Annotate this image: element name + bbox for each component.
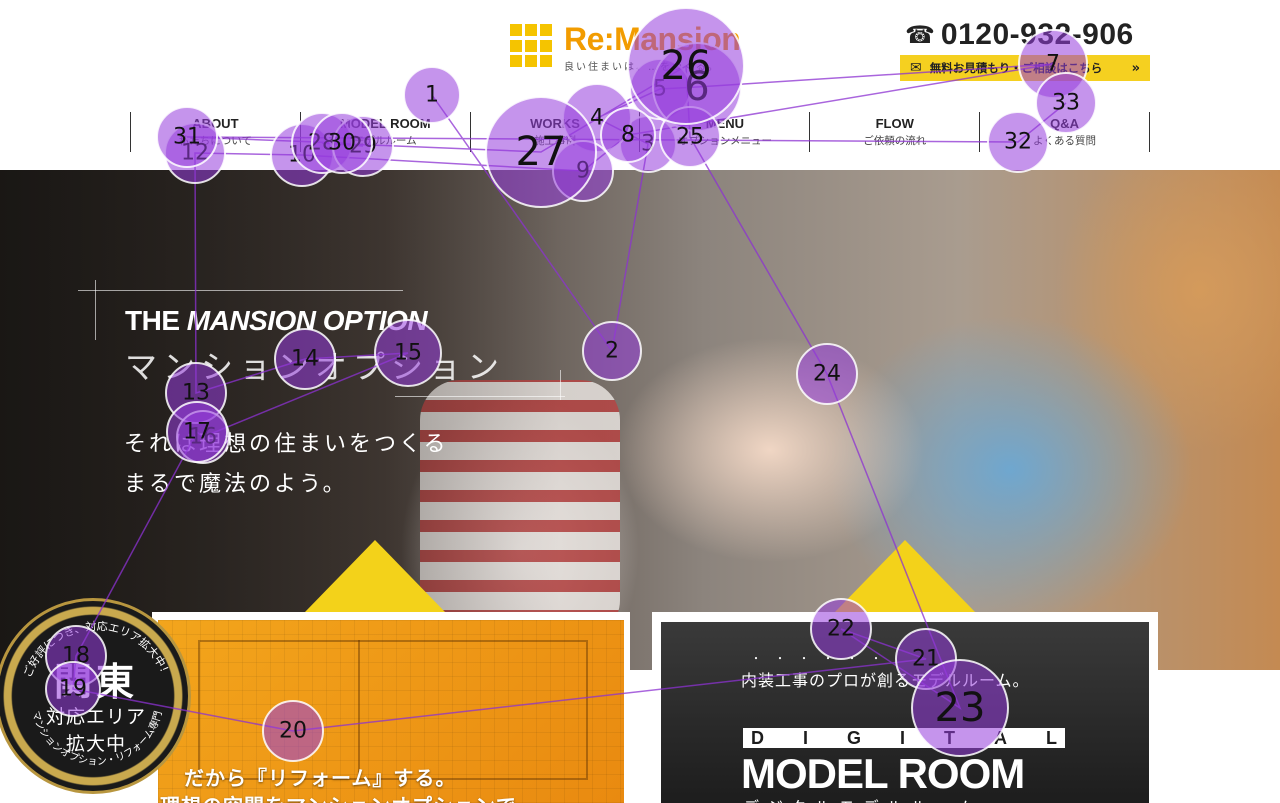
hero-title: THE MANSION OPTION [125,305,428,336]
digital-letter: T [943,727,955,748]
digital-letter: I [802,727,808,748]
nav-item-label: WORKS [530,116,580,131]
nav-item-model-room[interactable]: MODEL ROOM モデルルーム [299,112,470,152]
triangle-decoration [835,540,975,612]
floor-plan-graphic [198,640,588,780]
site-logo[interactable]: Re:Mansion 良い住まいは、…をつくる。 [510,21,741,73]
global-nav: ABOUT 私たちについて MODEL ROOM モデルルーム WORKS 施工… [130,112,1150,152]
digital-letter: L [1045,727,1057,748]
badge-main-text: 関東 対応エリア 拡大中 [36,661,156,757]
logo-text: Re:Mansion [564,21,741,57]
mail-icon: ✉ [910,60,922,76]
hero-frame-line [560,370,561,400]
badge-line: 拡大中 [65,733,126,755]
triangle-decoration [305,540,445,612]
nav-item-about[interactable]: ABOUT 私たちについて [130,112,300,152]
contact-button[interactable]: ✉ 無料お見積もり・ご相談はこちら » [900,55,1150,81]
nav-item-sublabel: 私たちについて [178,135,252,147]
nav-item-menu[interactable]: MENU オプションメニュー [639,112,809,152]
hero-frame-line [78,290,403,291]
hero-copy: それは理想の住まいをつくる まるで魔法のよう。 [124,425,449,505]
phone-number: 0120-932-906 [940,18,1134,51]
hero-subtitle: マンションオプション [125,348,506,386]
hero-frame-line [95,280,96,340]
contact-button-label: 無料お見積もり・ご相談はこちら [929,61,1103,75]
digital-letter: D [751,727,764,748]
site-header: Re:Mansion 良い住まいは、…をつくる。 ☎ 0120-932-906 … [0,0,1280,170]
nav-item-qa[interactable]: Q&A よくある質問 [979,112,1150,152]
nav-item-sublabel: モデルルーム [353,135,417,147]
model-room-dots: ・・・・・・ [751,654,895,665]
hero-copy-line: それは理想の住まいをつくる [124,432,449,457]
badge-region: 関東 [53,660,138,704]
model-room-kana: デジタルモデルルーム [743,794,982,803]
nav-item-sublabel: よくある質問 [1033,135,1097,147]
phone-number-block[interactable]: ☎ 0120-932-906 [905,18,1134,52]
nav-item-flow[interactable]: FLOW ご依頼の流れ [809,112,979,152]
hero-frame-line [395,396,565,397]
model-room-card-image: ・・・・・・ 内装工事のプロが創るモデルルーム。 D I G I T A L M… [661,622,1149,803]
hero-copy-line: まるで魔法のよう。 [124,472,348,497]
reform-card-headline: だから『リフォーム』する。 [184,766,457,790]
logo-grid-icon [510,24,554,68]
double-chevron-right-icon: » [1131,60,1140,76]
phone-icon: ☎ [905,21,935,49]
logo-tagline: 良い住まいは、…をつくる。 [564,62,720,73]
digital-letter: I [899,727,905,748]
area-expansion-badge: ご好評につき、対応エリア拡大中！ マンションオプション・リフォーム専門 関東 対… [0,598,191,794]
nav-item-sublabel: オプションメニュー [677,135,772,147]
model-room-card[interactable]: ・・・・・・ 内装工事のプロが創るモデルルーム。 D I G I T A L M… [652,612,1158,803]
nav-item-label: ABOUT [192,116,239,131]
digital-letter: A [993,727,1007,748]
floor-plan-graphic [358,640,360,780]
reform-card-subline: 理想の空間をマンションオプションで [160,790,517,803]
hero-shade [0,170,560,670]
hero-section: THE MANSION OPTION マンションオプション それは理想の住まいを… [0,170,1280,670]
digital-label: D I G I T A L [743,728,1065,748]
nav-item-label: MENU [705,116,745,131]
nav-item-label: FLOW [875,116,914,131]
nav-item-works[interactable]: WORKS 施工事例 [469,112,640,152]
model-room-title: MODEL ROOM [741,750,1025,797]
model-room-subtitle: 内装工事のプロが創るモデルルーム。 [741,671,1030,690]
reform-card[interactable]: だから『リフォーム』する。 理想の空間をマンションオプションで [152,612,630,803]
nav-item-sublabel: ご依頼の流れ [863,135,927,147]
nav-item-sublabel: 施工事例 [534,135,577,147]
digital-letter: G [846,727,861,748]
badge-line: 対応エリア [45,706,146,728]
nav-item-label: Q&A [1050,116,1079,131]
nav-item-label: MODEL ROOM [339,116,431,131]
